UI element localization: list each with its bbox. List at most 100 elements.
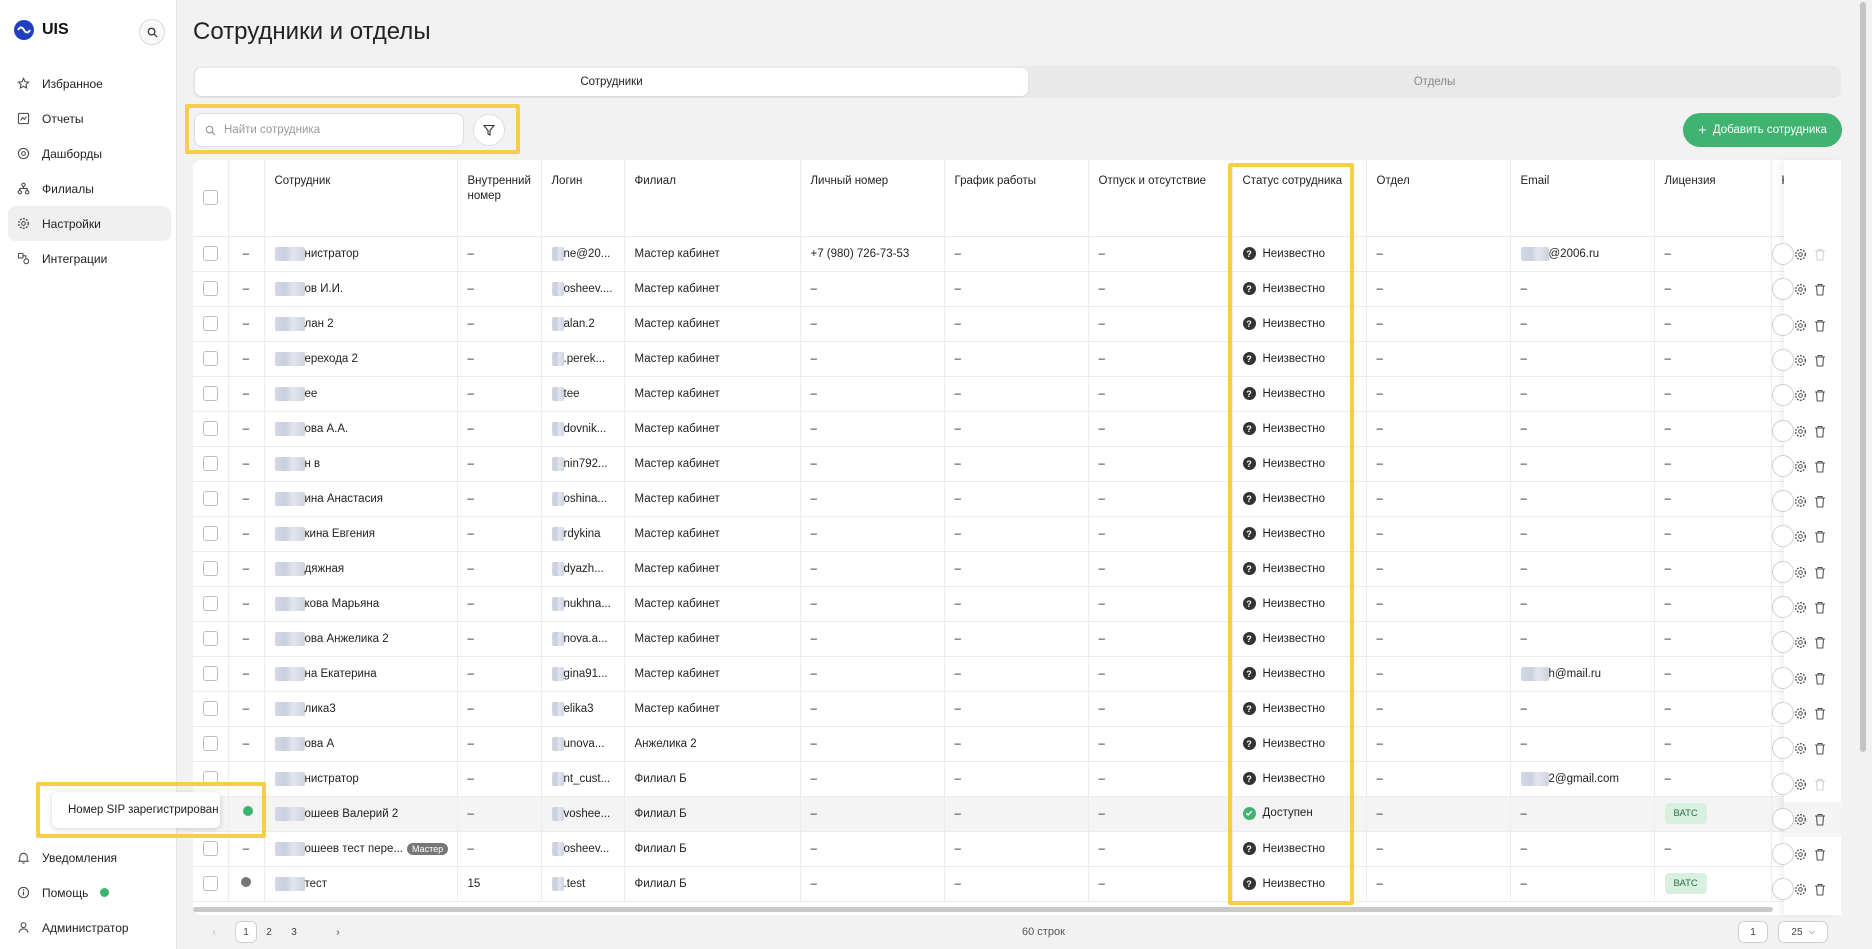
trash-icon[interactable] [1814, 848, 1826, 861]
table-row[interactable]: – ова А – unova... Анжелика 2– – –? Неизвестно –… [193, 726, 1841, 762]
row-checkbox[interactable] [203, 281, 218, 296]
col-header[interactable]: Отпуск и отсутствие [1088, 160, 1233, 237]
sidebar-item-favorites[interactable]: Избранное [8, 66, 171, 101]
row-extra-button[interactable] [1772, 560, 1794, 583]
trash-icon[interactable] [1814, 672, 1826, 685]
row-checkbox[interactable] [203, 736, 218, 751]
employee-cell[interactable]: ов И.И. [264, 271, 458, 307]
trash-icon[interactable] [1814, 813, 1826, 826]
gear-icon[interactable] [1794, 354, 1807, 367]
table-row[interactable]: – н в – nin792... Мастер кабинет – – –? Неизвест… [193, 446, 1841, 482]
gear-icon[interactable] [1794, 707, 1807, 720]
employee-cell[interactable]: ова А [264, 726, 458, 762]
table-row[interactable]: – ова А.А. – dovnik... Мастер кабинет – – –? Неи… [193, 411, 1841, 447]
table-row[interactable]: – ошеев тест пере... Мастер – osheev... Филиа… [193, 831, 1841, 867]
trash-icon[interactable] [1814, 460, 1826, 473]
gear-icon[interactable] [1794, 319, 1807, 332]
sidebar-item-help[interactable]: Помощь [8, 875, 171, 910]
sip-registered-dot[interactable] [243, 806, 253, 816]
employee-cell[interactable]: ошеев тест пере... Мастер [264, 831, 458, 867]
table-row[interactable]: тест 15 .test Филиал Б – – –? Неизвестно – – ВАТС [193, 866, 1841, 902]
employee-cell[interactable]: кова Марьяна [264, 586, 458, 622]
gear-icon[interactable] [1794, 460, 1807, 473]
row-checkbox[interactable] [203, 561, 218, 576]
gear-icon[interactable] [1794, 425, 1807, 438]
col-header[interactable]: Статус сотрудника [1232, 160, 1367, 237]
trash-icon[interactable] [1814, 636, 1826, 649]
row-checkbox[interactable] [203, 631, 218, 646]
table-row[interactable]: – дяжная – dyazh... Мастер кабинет – – –? Неизве… [193, 551, 1841, 587]
table-row[interactable]: – кина Евгения – rdykina Мастер кабинет – – –? Н… [193, 516, 1841, 552]
trash-icon[interactable] [1814, 742, 1826, 755]
gear-icon[interactable] [1794, 778, 1807, 791]
horizontal-scrollbar[interactable] [193, 907, 1773, 912]
sidebar-item-admin[interactable]: Администратор [8, 910, 171, 945]
employee-cell[interactable]: ова А.А. [264, 411, 458, 447]
prev-page-button[interactable]: ‹ [203, 921, 225, 943]
row-checkbox[interactable] [203, 701, 218, 716]
page-button[interactable]: 3 [283, 921, 305, 943]
row-extra-button[interactable] [1772, 490, 1794, 513]
row-extra-button[interactable] [1772, 419, 1794, 442]
employee-cell[interactable]: ее [264, 376, 458, 412]
col-header[interactable]: График работы [944, 160, 1089, 237]
table-row[interactable]: – ина Анастасия – oshina... Мастер кабинет – –… [193, 481, 1841, 517]
table-row[interactable]: – ова Анжелика 2– nova.a... Мастер кабинет –… [193, 621, 1841, 657]
row-extra-button[interactable] [1772, 348, 1794, 371]
row-checkbox[interactable] [203, 526, 218, 541]
row-checkbox[interactable] [203, 596, 218, 611]
trash-icon[interactable] [1814, 354, 1826, 367]
gear-icon[interactable] [1794, 742, 1807, 755]
trash-icon[interactable] [1814, 530, 1826, 543]
table-row[interactable]: – лика3– elika3 Мастер кабинет – – –? Неизвестн… [193, 691, 1841, 727]
col-header[interactable]: Email [1510, 160, 1655, 237]
vertical-scrollbar[interactable] [1858, 0, 1868, 949]
row-checkbox[interactable] [203, 316, 218, 331]
sidebar-item-branches[interactable]: Филиалы [8, 171, 171, 206]
row-checkbox[interactable] [203, 666, 218, 681]
employee-cell[interactable]: нистратор [264, 236, 458, 272]
gear-icon[interactable] [1794, 883, 1807, 896]
trash-icon[interactable] [1814, 425, 1826, 438]
add-employee-button[interactable]: + Добавить сотрудника [1683, 113, 1842, 147]
row-checkbox[interactable] [203, 841, 218, 856]
col-header[interactable]: Сотрудник [264, 160, 458, 237]
row-extra-button[interactable] [1772, 313, 1794, 336]
trash-icon[interactable] [1814, 389, 1826, 402]
gear-icon[interactable] [1794, 636, 1807, 649]
employee-cell[interactable]: тест [264, 866, 458, 902]
row-checkbox[interactable] [203, 491, 218, 506]
employee-cell[interactable]: лан 2 [264, 306, 458, 342]
gear-icon[interactable] [1794, 601, 1807, 614]
gear-icon[interactable] [1794, 813, 1807, 826]
sip-status-dot[interactable] [241, 877, 251, 887]
trash-icon[interactable] [1814, 778, 1826, 791]
col-header[interactable]: Лицензия [1654, 160, 1772, 237]
table-row[interactable]: нистратор – nt_cust... Филиал Б – – –? Неизвест… [193, 761, 1841, 797]
page-button[interactable]: 1 [235, 921, 257, 943]
tab-departments[interactable]: Отделы [1030, 68, 1839, 96]
select-all-checkbox[interactable] [203, 190, 218, 205]
gear-icon[interactable] [1794, 672, 1807, 685]
page-number-input[interactable]: 1 [1738, 921, 1768, 943]
trash-icon[interactable] [1814, 283, 1826, 296]
row-extra-button[interactable] [1772, 807, 1794, 830]
employee-cell[interactable]: нистратор [264, 761, 458, 797]
row-checkbox[interactable] [203, 456, 218, 471]
sidebar-item-integrations[interactable]: Интеграции [8, 241, 171, 276]
row-extra-button[interactable] [1772, 666, 1794, 689]
trash-icon[interactable] [1814, 495, 1826, 508]
col-header[interactable]: Отдел [1366, 160, 1511, 237]
table-row[interactable]: – ее – tee Мастер кабинет – – –? Неизвестно – – – [193, 376, 1841, 412]
employee-cell[interactable]: на Екатерина [264, 656, 458, 692]
sidebar-item-notifications[interactable]: Уведомления [8, 840, 171, 875]
row-extra-button[interactable] [1772, 454, 1794, 477]
trash-icon[interactable] [1814, 566, 1826, 579]
next-page-button[interactable]: › [327, 921, 349, 943]
employee-cell[interactable]: кина Евгения [264, 516, 458, 552]
sidebar-search-button[interactable] [139, 19, 165, 45]
brand[interactable]: UIS [14, 20, 69, 40]
col-header[interactable]: Логин [541, 160, 625, 237]
trash-icon[interactable] [1814, 248, 1826, 261]
employee-cell[interactable]: ова Анжелика 2 [264, 621, 458, 657]
